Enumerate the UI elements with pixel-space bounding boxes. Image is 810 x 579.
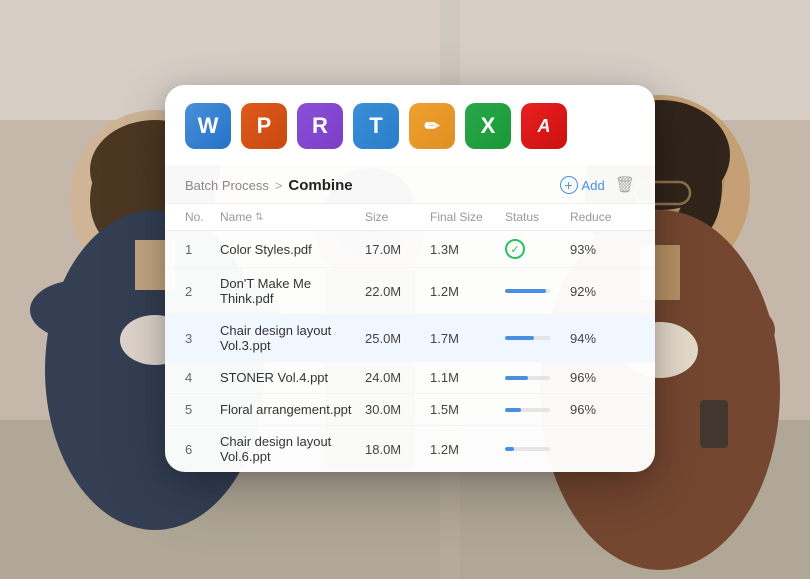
word-icon[interactable]: W [185, 103, 231, 149]
status-done-icon: ✓ [505, 239, 525, 259]
pages-icon[interactable]: ✏ [409, 103, 455, 149]
reduce-value: 96% [570, 370, 635, 385]
add-circle-icon: + [560, 176, 578, 194]
table-row[interactable]: 2 Don'T Make Me Think.pdf 22.0M 1.2M 92% [165, 268, 655, 315]
row-number: 1 [185, 242, 220, 257]
reduce-value: 93% [570, 242, 635, 257]
progress-bar [505, 289, 550, 293]
progress-bar [505, 336, 550, 340]
row-number: 6 [185, 442, 220, 457]
acrobat-icon[interactable]: A [521, 103, 567, 149]
table-header: No. Name ⇅ Size Final Size Status Reduce [165, 204, 655, 231]
status-cell [505, 447, 570, 451]
status-cell [505, 408, 570, 412]
file-size: 25.0M [365, 331, 430, 346]
progress-fill [505, 336, 534, 340]
col-status-header: Status [505, 210, 570, 224]
reduce-value: 92% [570, 284, 635, 299]
final-size: 1.2M [430, 442, 505, 457]
table-row[interactable]: 1 Color Styles.pdf 17.0M 1.3M ✓ 93% [165, 231, 655, 268]
progress-bar [505, 376, 550, 380]
col-no-header: No. [185, 210, 220, 224]
add-label: Add [582, 178, 605, 193]
table-row[interactable]: 4 STONER Vol.4.ppt 24.0M 1.1M 96% [165, 362, 655, 394]
file-size: 17.0M [365, 242, 430, 257]
final-size: 1.5M [430, 402, 505, 417]
table-row[interactable]: 5 Floral arrangement.ppt 30.0M 1.5M 96% [165, 394, 655, 426]
final-size: 1.3M [430, 242, 505, 257]
col-final-size-header: Final Size [430, 210, 505, 224]
status-cell [505, 289, 570, 293]
app-icons-bar: W P R T ✏ X A [165, 85, 655, 165]
progress-fill [505, 408, 521, 412]
breadcrumb-current: Combine [288, 177, 352, 194]
file-size: 24.0M [365, 370, 430, 385]
table-row[interactable]: 3 Chair design layout Vol.3.ppt 25.0M 1.… [165, 315, 655, 362]
breadcrumb-actions: + Add 🗑 [560, 175, 635, 195]
table-row[interactable]: 6 Chair design layout Vol.6.ppt 18.0M 1.… [165, 426, 655, 472]
add-button[interactable]: + Add [560, 176, 605, 194]
file-name: Chair design layout Vol.6.ppt [220, 434, 365, 464]
reduce-value: 94% [570, 331, 635, 346]
progress-fill [505, 447, 514, 451]
progress-fill [505, 289, 546, 293]
file-name: Don'T Make Me Think.pdf [220, 276, 365, 306]
breadcrumb-row: Batch Process > Combine + Add 🗑 [165, 165, 655, 204]
status-cell [505, 376, 570, 380]
col-reduce-header: Reduce [570, 210, 635, 224]
reduce-value: 96% [570, 402, 635, 417]
text-icon[interactable]: T [353, 103, 399, 149]
trash-icon[interactable]: 🗑 [615, 175, 635, 195]
col-size-header: Size [365, 210, 430, 224]
file-size: 22.0M [365, 284, 430, 299]
row-number: 3 [185, 331, 220, 346]
final-size: 1.2M [430, 284, 505, 299]
breadcrumb-separator: > [275, 178, 283, 193]
progress-bar [505, 447, 550, 451]
file-name: Floral arrangement.ppt [220, 402, 365, 417]
main-card: W P R T ✏ X A Batch Process > Combine + … [165, 85, 655, 472]
sort-icon[interactable]: ⇅ [255, 212, 263, 223]
file-size: 30.0M [365, 402, 430, 417]
rtf-icon[interactable]: R [297, 103, 343, 149]
powerpoint-icon[interactable]: P [241, 103, 287, 149]
file-name: Color Styles.pdf [220, 242, 365, 257]
files-table: No. Name ⇅ Size Final Size Status Reduce… [165, 204, 655, 472]
progress-bar [505, 408, 550, 412]
row-number: 5 [185, 402, 220, 417]
row-number: 2 [185, 284, 220, 299]
progress-fill [505, 376, 528, 380]
col-name-header: Name ⇅ [220, 210, 365, 224]
status-cell [505, 336, 570, 340]
file-name: STONER Vol.4.ppt [220, 370, 365, 385]
final-size: 1.7M [430, 331, 505, 346]
status-cell: ✓ [505, 239, 570, 259]
row-number: 4 [185, 370, 220, 385]
excel-icon[interactable]: X [465, 103, 511, 149]
file-name: Chair design layout Vol.3.ppt [220, 323, 365, 353]
breadcrumb-parent[interactable]: Batch Process [185, 178, 269, 193]
final-size: 1.1M [430, 370, 505, 385]
file-size: 18.0M [365, 442, 430, 457]
